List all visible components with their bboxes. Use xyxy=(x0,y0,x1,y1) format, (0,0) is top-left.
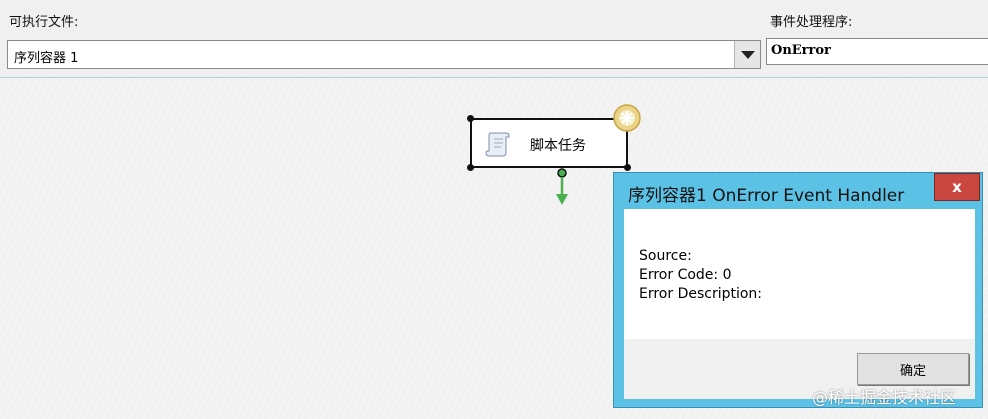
message-text: Source: Error Code: 0 Error Description: xyxy=(639,247,762,304)
close-button[interactable]: x xyxy=(934,173,980,201)
script-task[interactable]: 脚本任务 xyxy=(470,118,628,168)
precedence-connector[interactable] xyxy=(554,168,570,208)
executable-value: 序列容器 1 xyxy=(14,51,79,66)
resize-handle-nw[interactable] xyxy=(467,115,474,122)
toolbar: 可执行文件: 序列容器 1 事件处理程序: OnError xyxy=(0,0,988,78)
error-dialog: 序列容器1 OnError Event Handler x Source: Er… xyxy=(613,172,983,408)
dialog-title: 序列容器1 OnError Event Handler xyxy=(628,186,905,206)
chevron-down-icon[interactable] xyxy=(734,41,760,68)
watermark: @稀土掘金技术社区 xyxy=(812,388,957,407)
source-line: Source: xyxy=(639,248,692,264)
error-code-line: Error Code: 0 xyxy=(639,267,732,283)
executable-label: 可执行文件: xyxy=(9,15,79,30)
event-handler-label: 事件处理程序: xyxy=(770,15,853,30)
ok-button[interactable]: 确定 xyxy=(857,353,969,385)
dialog-body: Source: Error Code: 0 Error Description: xyxy=(624,209,975,339)
script-icon xyxy=(485,132,510,157)
task-label: 脚本任务 xyxy=(530,138,586,154)
warning-icon xyxy=(613,104,641,132)
resize-handle-sw[interactable] xyxy=(467,164,474,171)
event-handler-value: OnError xyxy=(771,43,831,58)
resize-handle-se[interactable] xyxy=(624,164,631,171)
executable-combo[interactable]: 序列容器 1 xyxy=(7,40,761,69)
event-handler-combo[interactable]: OnError xyxy=(766,38,988,65)
error-description-line: Error Description: xyxy=(639,286,763,302)
